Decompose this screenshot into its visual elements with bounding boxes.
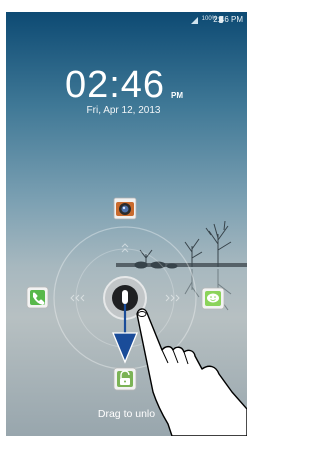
camera-icon xyxy=(119,203,131,215)
unlock-hint: Drag to unlo xyxy=(97,408,156,420)
phone-shortcut[interactable] xyxy=(26,286,49,309)
messaging-icon xyxy=(207,293,219,303)
messaging-shortcut[interactable] xyxy=(201,287,225,310)
keyhole-icon xyxy=(122,290,128,304)
unlock-shortcut[interactable] xyxy=(113,367,137,391)
camera-shortcut[interactable] xyxy=(113,197,137,220)
lock-screen: 100% 2:46 PM 02:46PM Fri, Apr 12, 2013 xyxy=(6,12,247,436)
lock-wallpaper xyxy=(26,197,247,436)
